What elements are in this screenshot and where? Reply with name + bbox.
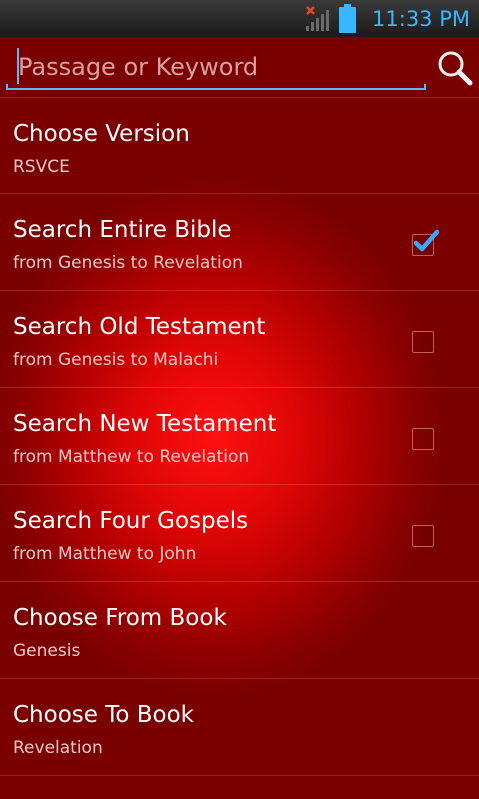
option-title: Choose Version — [13, 121, 190, 147]
checkbox-new-testament[interactable] — [412, 428, 434, 450]
option-search-four-gospels[interactable]: Search Four Gospels from Matthew to John — [0, 484, 479, 580]
option-title: Search Four Gospels — [13, 508, 249, 534]
option-search-entire-bible[interactable]: Search Entire Bible from Genesis to Reve… — [0, 193, 479, 289]
text-cursor — [17, 48, 19, 84]
option-title: Choose To Book — [13, 702, 194, 728]
option-subtitle: RSVCE — [13, 157, 70, 177]
option-title: Choose From Book — [13, 605, 227, 631]
option-subtitle: Genesis — [13, 641, 81, 661]
search-icon — [438, 51, 473, 86]
search-input-underline — [6, 84, 426, 90]
option-title: Search New Testament — [13, 411, 277, 437]
option-subtitle: Revelation — [13, 738, 103, 758]
checkbox-four-gospels[interactable] — [412, 525, 434, 547]
option-choose-version[interactable]: Choose Version RSVCE — [0, 97, 479, 193]
status-time: 11:33 PM — [372, 7, 470, 31]
check-icon — [413, 229, 440, 252]
option-choose-from-book[interactable]: Choose From Book Genesis — [0, 581, 479, 677]
option-subtitle: from Genesis to Revelation — [13, 253, 243, 273]
option-subtitle: from Matthew to John — [13, 544, 197, 564]
checkbox-entire-bible[interactable] — [412, 229, 440, 256]
status-bar: 11:33 PM — [0, 0, 479, 37]
search-bar — [0, 37, 479, 97]
option-search-old-testament[interactable]: Search Old Testament from Genesis to Mal… — [0, 290, 479, 386]
search-input[interactable] — [6, 47, 426, 87]
battery-icon — [339, 4, 356, 33]
list-divider — [0, 775, 479, 799]
option-search-new-testament[interactable]: Search New Testament from Matthew to Rev… — [0, 387, 479, 483]
search-button[interactable] — [436, 49, 474, 87]
option-title: Search Entire Bible — [13, 217, 232, 243]
search-options-screen: Choose Version RSVCE Search Entire Bible… — [0, 37, 479, 799]
option-title: Search Old Testament — [13, 314, 266, 340]
checkbox-old-testament[interactable] — [412, 331, 434, 353]
option-choose-to-book[interactable]: Choose To Book Revelation — [0, 678, 479, 774]
option-subtitle: from Matthew to Revelation — [13, 447, 250, 467]
option-subtitle: from Genesis to Malachi — [13, 350, 219, 370]
signal-no-service-icon — [306, 6, 329, 31]
